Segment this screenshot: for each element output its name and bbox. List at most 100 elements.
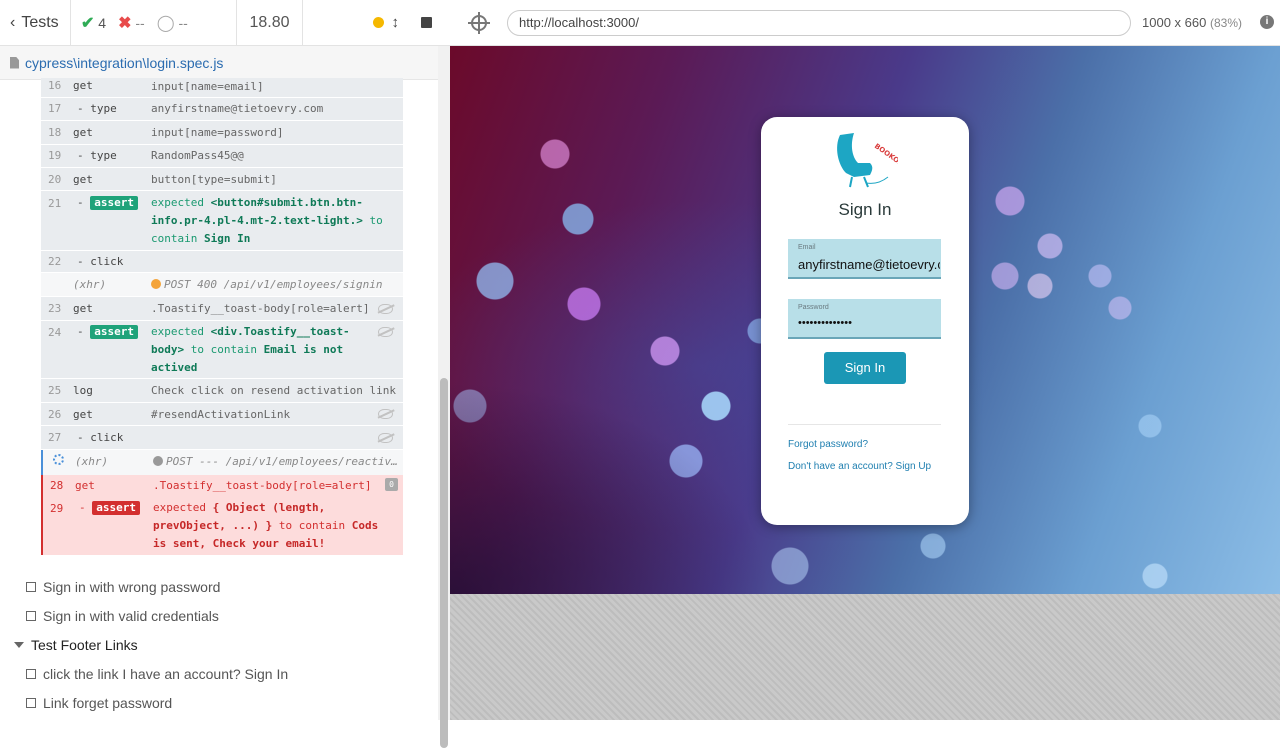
command-message: button[type=submit] (151, 173, 277, 186)
command-message: RandomPass45@@ (151, 149, 244, 162)
xhr-row[interactable]: (xhr) POST 400 /api/v1/employees/signin (41, 273, 403, 297)
command-name: get (73, 79, 93, 92)
suite-item[interactable]: Test Footer Links (14, 637, 138, 653)
suite-title: Test Footer Links (31, 637, 138, 653)
command-row[interactable]: 27 - click (41, 426, 403, 450)
command-row[interactable]: 18 get input[name=password] (41, 121, 403, 145)
circle-notch-icon: ◯ (156, 14, 175, 32)
signup-link[interactable]: Don't have an account? Sign Up (788, 461, 931, 472)
check-icon: ✔ (81, 14, 95, 32)
command-message: POST 400 /api/v1/employees/signin (151, 276, 391, 294)
command-row[interactable]: 25 log Check click on resend activation … (41, 379, 403, 403)
eye-slash-icon (378, 409, 393, 419)
pending-stat: ◯ -- (156, 14, 188, 32)
assert-badge: assert (92, 501, 140, 515)
reporter-header: ‹ Tests ✔ 4 ✖ -- ◯ -- 18.80 ↕ (0, 0, 450, 46)
test-item[interactable]: click the link I have an account? Sign I… (26, 666, 288, 682)
command-name: - assert (77, 325, 138, 339)
scrollbar[interactable] (438, 46, 450, 748)
stop-button[interactable] (421, 17, 432, 28)
command-row-failed[interactable]: 29 - assert expected { Object (length, p… (41, 497, 403, 555)
element-count-badge: 0 (385, 478, 398, 491)
passed-stat: ✔ 4 (81, 14, 107, 32)
command-name: - assert (77, 196, 138, 210)
chevron-left-icon: ‹ (10, 13, 16, 31)
info-icon[interactable]: i (1260, 15, 1274, 29)
command-row[interactable]: 20 get button[type=submit] (41, 168, 403, 191)
selector-playground-icon[interactable] (468, 12, 490, 34)
test-title: click the link I have an account? Sign I… (43, 666, 289, 682)
command-number: 21 (48, 197, 62, 210)
command-message: anyfirstname@tietoevry.com (151, 102, 324, 115)
url-bar: http://localhost:3000/ 1000 x 660 (83%) … (450, 0, 1280, 46)
command-number: 19 (48, 149, 62, 162)
command-number: 24 (48, 326, 62, 339)
command-row[interactable]: 16 get input[name=email] (41, 78, 403, 98)
command-name: get (73, 302, 93, 315)
test-item[interactable]: Sign in with valid credentials (26, 608, 219, 624)
email-label: Email (798, 244, 816, 251)
signin-button[interactable]: Sign In (824, 352, 906, 384)
command-name: get (75, 479, 95, 492)
command-name: - type (77, 149, 117, 162)
command-name: - type (77, 102, 117, 115)
command-message: expected { Object (length, prevObject, .… (153, 501, 379, 550)
command-row[interactable]: 24 - assert expected <div.Toastify__toas… (41, 321, 403, 379)
email-field[interactable]: Email anyfirstname@tietoevry.com (788, 239, 941, 279)
command-number: 27 (48, 431, 62, 444)
assert-badge: assert (90, 325, 138, 339)
test-item[interactable]: Link forget password (26, 695, 172, 711)
command-number: 29 (50, 502, 64, 515)
command-row[interactable]: 21 - assert expected <button#submit.btn.… (41, 191, 403, 251)
assert-badge: assert (90, 196, 138, 210)
command-message: input[name=password] (151, 126, 284, 139)
test-pending-icon (26, 698, 36, 708)
runner-controls: ↕ (303, 0, 450, 46)
test-item[interactable]: Sign in with wrong password (26, 579, 220, 595)
tests-label: Tests (21, 13, 59, 31)
command-name: - click (77, 431, 124, 444)
command-row[interactable]: 19 - type RandomPass45@@ (41, 145, 403, 168)
eye-slash-icon (378, 304, 393, 314)
eye-slash-icon (378, 433, 393, 443)
app-preview: http://localhost:3000/ 1000 x 660 (83%) … (450, 0, 1280, 720)
command-message: #resendActivationLink (151, 408, 291, 421)
status-dot-icon (153, 456, 163, 466)
command-row[interactable]: 23 get .Toastify__toast-body[role=alert] (41, 297, 403, 321)
command-message: input[name=email] (151, 80, 264, 93)
eye-slash-icon (378, 327, 393, 337)
forgot-password-link[interactable]: Forgot password? (788, 439, 868, 450)
viewport-size: 1000 x 660 (83%) (1142, 15, 1242, 30)
command-name: - click (77, 255, 124, 268)
command-number: 25 (48, 384, 62, 397)
command-name: get (73, 173, 93, 186)
scrollbar-thumb[interactable] (440, 378, 448, 748)
spinner-icon (53, 454, 64, 465)
caret-down-icon (14, 642, 24, 648)
command-number: 28 (50, 479, 64, 492)
command-number: 16 (48, 79, 62, 92)
password-field[interactable]: Password •••••••••••••• (788, 299, 941, 339)
command-name: get (73, 408, 93, 421)
command-number: 18 (48, 126, 62, 139)
failed-stat: ✖ -- (118, 14, 145, 32)
spec-path[interactable]: cypress\integration\login.spec.js (25, 55, 223, 71)
running-status-icon (372, 17, 384, 28)
command-row[interactable]: 17 - type anyfirstname@tietoevry.com (41, 98, 403, 121)
command-number: 22 (48, 255, 62, 268)
command-number: 26 (48, 408, 62, 421)
x-icon: ✖ (118, 14, 132, 32)
command-log-panel: ‹ Tests ✔ 4 ✖ -- ◯ -- 18.80 ↕ cypress\in… (0, 0, 450, 748)
svg-text:BOOKORA: BOOKORA (873, 142, 898, 171)
command-message: expected <div.Toastify__toast-body> to c… (151, 325, 350, 374)
tests-button[interactable]: ‹ Tests (0, 0, 71, 46)
command-row-failed[interactable]: 28 get .Toastify__toast-body[role=alert]… (41, 475, 403, 497)
command-row[interactable]: 22 - click (41, 251, 403, 273)
auto-scroll-icon[interactable]: ↕ (392, 14, 400, 31)
test-pending-icon (26, 611, 36, 621)
xhr-row[interactable]: (xhr) POST --- /api/v1/employees/reactiv… (41, 450, 403, 475)
command-row[interactable]: 26 get #resendActivationLink (41, 403, 403, 426)
url-field[interactable]: http://localhost:3000/ (507, 10, 1131, 36)
password-value: •••••••••••••• (798, 317, 852, 329)
app-iframe: BOOKORA Sign In Email anyfirstname@tieto… (450, 46, 1280, 594)
